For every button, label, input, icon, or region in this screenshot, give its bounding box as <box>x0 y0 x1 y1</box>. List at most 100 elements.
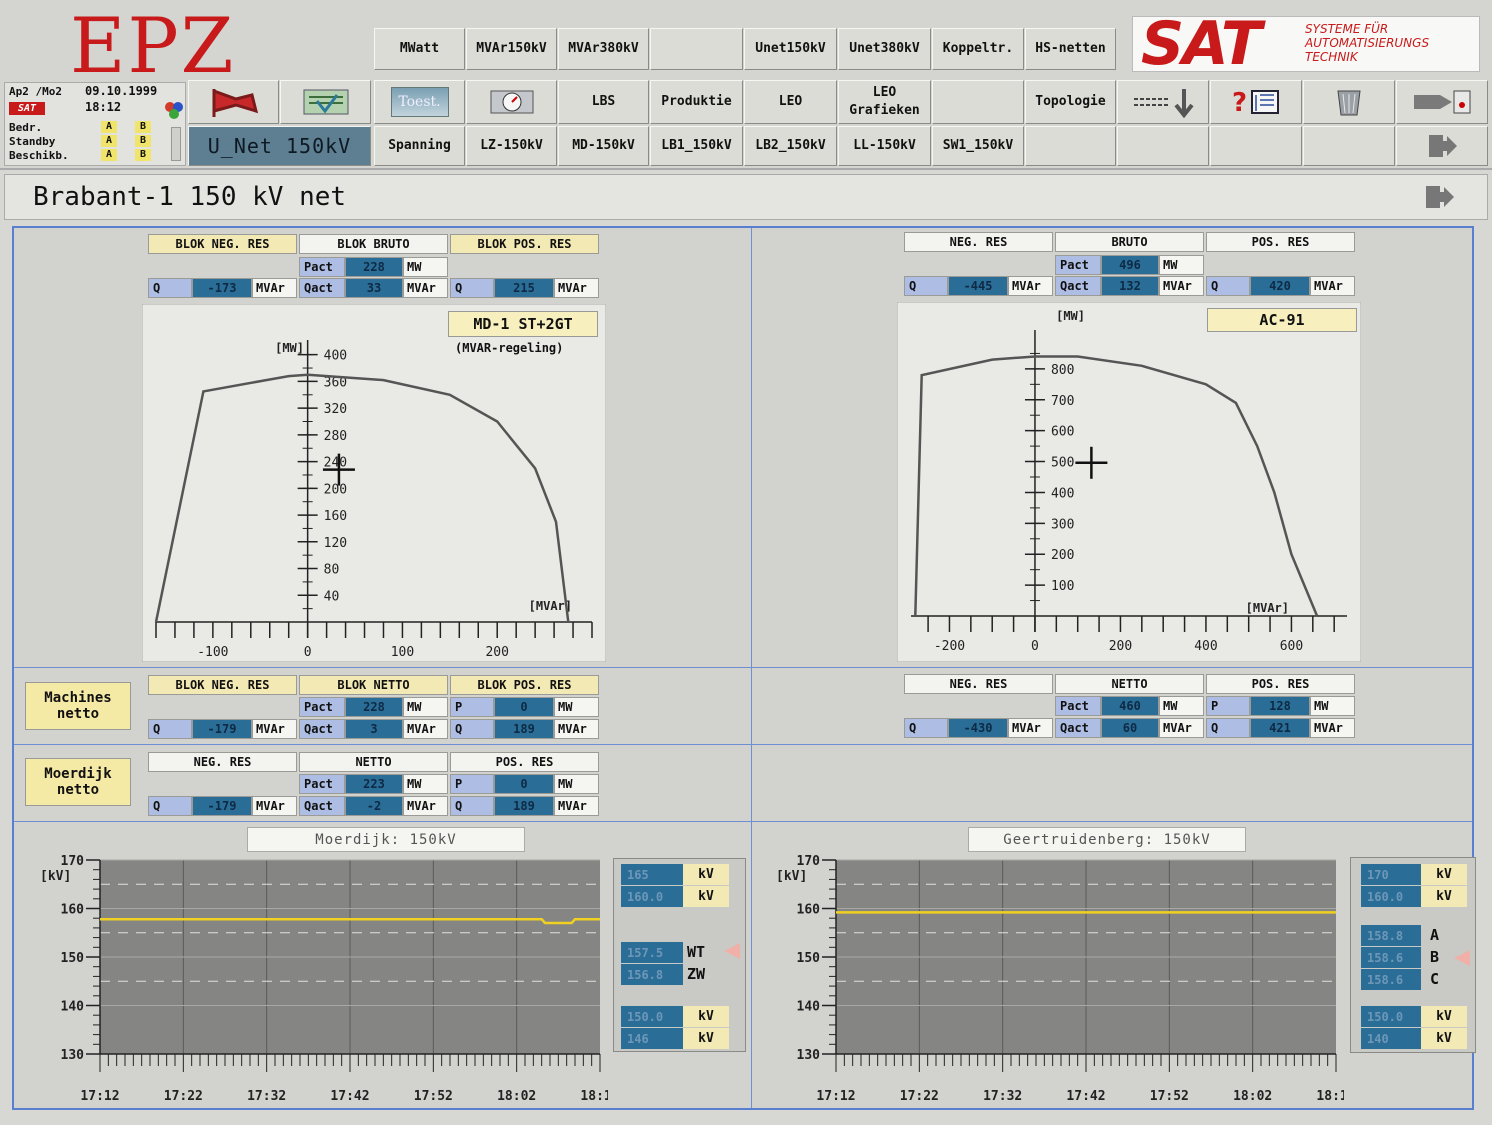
y-tick-label: 600 <box>1051 425 1074 440</box>
status-row-label: Beschikb. <box>9 149 69 162</box>
btn-lb2-150kv[interactable]: LB2_150kV <box>744 126 837 166</box>
btn-empty-4[interactable] <box>1117 126 1209 166</box>
btn-lbs[interactable]: LBS <box>558 80 649 124</box>
btn-spanning[interactable]: Spanning <box>374 126 465 166</box>
y-tick-label: 300 <box>1051 517 1074 532</box>
trend-x-label: 18:02 <box>1233 1089 1272 1104</box>
logout-print-button[interactable] <box>1396 80 1488 124</box>
btn-unet380kv[interactable]: Unet380kV <box>838 28 931 70</box>
hdr-bruto: BRUTO <box>1055 232 1204 252</box>
btn-empty-1[interactable] <box>650 28 743 70</box>
flag-button[interactable] <box>188 80 279 124</box>
trend-y-axis-label: [kV] <box>40 869 71 884</box>
trend-x-label: 17:42 <box>1066 1089 1105 1104</box>
trend-y-label: 170 <box>61 854 85 869</box>
pos-q-value: 420 <box>1250 276 1310 296</box>
limit-low-value: 150.0 <box>1361 1006 1421 1027</box>
neg-q-unit: MVAr <box>252 278 297 298</box>
qact-value: 33 <box>345 278 403 298</box>
trend-y-label: 160 <box>797 903 821 918</box>
sat-logo: SAT <box>1141 9 1262 79</box>
status-date: 09.10.1999 <box>85 84 158 98</box>
pos-q-unit: MVAr <box>554 278 599 298</box>
neg-q-unit: MVAr <box>252 719 297 739</box>
limit-low-unit: kV <box>1421 1006 1467 1027</box>
btn-lz-150kv[interactable]: LZ-150kV <box>466 126 557 166</box>
status-scroll[interactable] <box>171 127 181 161</box>
neg-q-value: -179 <box>192 796 252 816</box>
limit-low-value: 150.0 <box>621 1006 683 1027</box>
trend-x-label: 18:02 <box>497 1089 536 1104</box>
btn-leo-grafieken[interactable]: LEO Grafieken <box>838 80 931 124</box>
btn-empty-5[interactable] <box>1210 126 1302 166</box>
btn-empty-2[interactable] <box>932 80 1024 124</box>
btn-leo[interactable]: LEO <box>744 80 837 124</box>
pos-p-value: 0 <box>494 774 554 794</box>
x-tick-label: 600 <box>1280 639 1303 654</box>
btn-mwatt[interactable]: MWatt <box>374 28 465 70</box>
status-row-label: Bedr. <box>9 121 43 134</box>
btn-mvar150kv[interactable]: MVAr150kV <box>466 28 557 70</box>
neg-q-label: Q <box>904 276 948 296</box>
beschikb-a: A <box>101 149 117 161</box>
pos-q-label: Q <box>450 719 494 739</box>
btn-md-150kv[interactable]: MD-150kV <box>558 126 649 166</box>
title-bar: Brabant-1 150 kV net <box>4 174 1488 220</box>
pos-q-label: Q <box>1206 718 1250 738</box>
y-tick-label: 400 <box>1051 486 1074 501</box>
pos-p-unit: MW <box>1310 696 1355 716</box>
trend-x-label: 17:52 <box>1150 1089 1189 1104</box>
download-list-icon <box>1134 89 1194 119</box>
pact-unit: MW <box>1159 696 1204 716</box>
bedr-a: A <box>101 121 117 133</box>
pos-q-label: Q <box>1206 276 1250 296</box>
download-list-button[interactable] <box>1117 80 1209 124</box>
hdr-blok-pos-res: BLOK POS. RES <box>450 234 599 254</box>
hdr-pos-res: POS. RES <box>1206 674 1355 694</box>
qact-label: Qact <box>299 278 345 298</box>
y-tick-label: 40 <box>324 589 340 604</box>
trend-title-geertruidenberg: Geertruidenberg: 150kV <box>968 827 1246 852</box>
exit-button-title[interactable] <box>1409 177 1469 217</box>
btn-toest[interactable]: Toest. <box>374 80 465 124</box>
pos-q-label: Q <box>450 796 494 816</box>
trend-y-label: 130 <box>797 1048 821 1063</box>
x-tick-label: 200 <box>1109 639 1132 654</box>
capability-chart-ac91: -200 0 200 400 600 100 200 300 400 500 600 700 800 [M… <box>897 302 1361 662</box>
y-tick-label: 240 <box>324 456 347 471</box>
capability-chart-md1: -100 0 100 2004080120160200240280320360400[… <box>142 304 606 662</box>
btn-ll-150kv[interactable]: LL-150kV <box>838 126 931 166</box>
chart-title-md1: MD-1 ST+2GT <box>448 311 598 337</box>
sat-line-2: AUTOMATISIERUNGS <box>1305 36 1430 50</box>
btn-hs-netten[interactable]: HS-netten <box>1025 28 1116 70</box>
gauge-button[interactable] <box>466 80 557 124</box>
pact-label: Pact <box>299 257 345 277</box>
exit-button-header[interactable] <box>1396 126 1488 166</box>
help-button[interactable]: ? <box>1210 80 1302 124</box>
qact-label: Qact <box>299 719 345 739</box>
btn-mvar380kv[interactable]: MVAr380kV <box>558 28 649 70</box>
btn-topologie[interactable]: Topologie <box>1025 80 1116 124</box>
limit-high-unit: kV <box>1421 864 1467 885</box>
pointer-arrow-icon <box>1454 950 1470 966</box>
beschikb-b: B <box>135 149 151 161</box>
btn-sw1-150kv[interactable]: SW1_150kV <box>932 126 1024 166</box>
chart-subtitle-md1: (MVAR-regeling) <box>455 341 564 355</box>
neg-q-value: -445 <box>948 276 1008 296</box>
btn-empty-6[interactable] <box>1303 126 1395 166</box>
voltage-trend-geertruidenberg: 130 140 150 160 170[kV] 17:12 17:22 17:32 17:42 1… <box>776 854 1344 1104</box>
btn-lb1-150kv[interactable]: LB1_150kV <box>650 126 743 166</box>
btn-empty-3[interactable] <box>1025 126 1116 166</box>
y-tick-label: 100 <box>1051 579 1074 594</box>
hdr-netto: NETTO <box>1055 674 1204 694</box>
btn-produktie[interactable]: Produktie <box>650 80 743 124</box>
pact-unit: MW <box>403 774 448 794</box>
mode-button-unet[interactable]: U_Net 150kV <box>188 126 371 166</box>
exit-arrow-icon <box>1429 135 1457 157</box>
pact-unit: MW <box>403 257 448 277</box>
trash-button[interactable] <box>1303 80 1395 124</box>
btn-koppeltr[interactable]: Koppeltr. <box>932 28 1024 70</box>
btn-unet150kv[interactable]: Unet150kV <box>744 28 837 70</box>
trend-y-axis-label: [kV] <box>776 869 807 884</box>
checklist-button[interactable] <box>280 80 371 124</box>
